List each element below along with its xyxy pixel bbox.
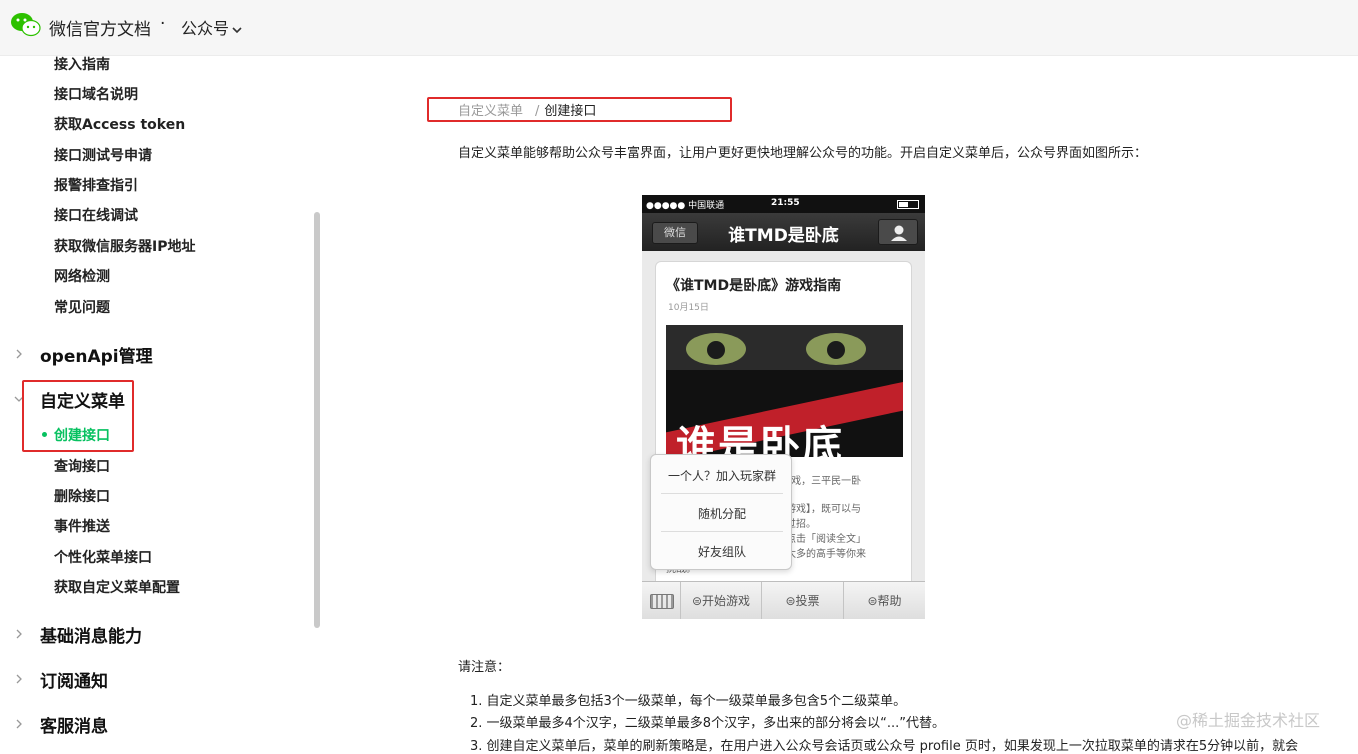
sidebar-item[interactable]: 接口测试号申请	[54, 145, 152, 165]
chevron-right-icon	[16, 674, 22, 684]
intro-paragraph: 自定义菜单能够帮助公众号丰富界面，让用户更好更快地理解公众号的功能。开启自定义菜…	[458, 146, 1148, 161]
submenu-item-random: 随机分配	[697, 507, 746, 521]
notice-heading: 请注意：	[458, 660, 511, 675]
battery-icon	[897, 200, 919, 209]
phone-nav-bar: 微信 谁TMD是卧底	[642, 213, 925, 251]
wechat-logo-icon[interactable]	[10, 11, 42, 37]
sidebar-item[interactable]: 接入指南	[54, 54, 110, 74]
rule-item: 3. 创建自定义菜单后，菜单的刷新策略是，在用户进入公众号会话页或公众号 pro…	[470, 739, 1299, 754]
sidebar-group-basic-messages[interactable]: 基础消息能力	[40, 622, 142, 647]
highlight-box-breadcrumb	[427, 97, 732, 122]
sidebar-group-openapi[interactable]: openApi管理	[40, 342, 153, 367]
sidebar-item-event-push[interactable]: 事件推送	[54, 516, 110, 536]
menu-button-start-game: ⊜开始游戏	[681, 582, 762, 619]
sidebar-item[interactable]: 获取微信服务器IP地址	[54, 236, 195, 256]
sidebar-group-subscribe[interactable]: 订阅通知	[40, 667, 108, 692]
sidebar-item-get-menu-config[interactable]: 获取自定义菜单配置	[54, 577, 180, 597]
profile-icon	[878, 219, 918, 245]
sidebar-item[interactable]: 网络检测	[54, 266, 110, 286]
submenu-popup: 一个人？加入玩家群 随机分配 好友组队	[650, 454, 792, 570]
menu-button-vote: ⊜投票	[762, 582, 844, 619]
sidebar-scrollbar[interactable]	[314, 212, 320, 628]
menu-button-help: ⊜帮助	[867, 594, 902, 608]
sidebar-item-personalized-menu[interactable]: 个性化菜单接口	[54, 547, 152, 567]
article-date: 10月15日	[668, 303, 709, 313]
submenu-item-team: 好友组队	[697, 545, 746, 559]
custom-menu-bar: ⊜开始游戏 ⊜投票 ⊜帮助	[642, 581, 925, 619]
sidebar-item[interactable]: 接口在线调试	[54, 205, 138, 225]
chevron-right-icon	[16, 349, 22, 359]
submenu-item-join-group: 一个人？加入玩家群	[667, 469, 776, 483]
sidebar-item-delete-api[interactable]: 删除接口	[54, 486, 110, 506]
chevron-right-icon	[16, 719, 22, 729]
chevron-right-icon	[16, 629, 22, 639]
site-brand[interactable]: 微信官方文档	[49, 15, 151, 40]
rule-item: 2. 一级菜单最多4个汉字，二级菜单最多8个汉字，多出来的部分将会以“...”代…	[470, 716, 945, 731]
article-title: 《谁TMD是卧底》游戏指南	[666, 278, 842, 294]
carrier-label: ●●●●● 中国联通	[646, 201, 725, 211]
chevron-down-icon	[232, 26, 242, 33]
sidebar-item[interactable]: 报警排查指引	[54, 175, 138, 195]
sidebar-group-customer-service[interactable]: 客服消息	[40, 712, 108, 737]
sidebar-item[interactable]: 常见问题	[54, 297, 110, 317]
watermark: @稀土掘金技术社区	[1176, 711, 1321, 730]
highlight-box-sidebar	[22, 380, 134, 452]
phone-status-bar: ●●●●● 中国联通 21:55	[642, 195, 925, 213]
sidebar-item[interactable]: 接口域名说明	[54, 84, 138, 104]
clock-label: 21:55	[771, 198, 800, 208]
rule-item: 1. 自定义菜单最多包括3个一级菜单，每个一级菜单最多包含5个二级菜单。	[470, 694, 907, 709]
product-selector[interactable]: 公众号	[181, 15, 243, 39]
poster-text: 谁是卧底	[676, 423, 844, 457]
sidebar-item[interactable]: 获取Access token	[54, 114, 185, 134]
top-bar: 微信官方文档 · 公众号	[0, 0, 1358, 56]
header-separator: ·	[160, 14, 166, 34]
article-poster-image: 谁是卧底	[666, 325, 903, 457]
product-label: 公众号	[181, 19, 230, 38]
phone-screenshot: ●●●●● 中国联通 21:55 微信 谁TMD是卧底 《谁TMD是卧底》游戏指…	[642, 195, 925, 619]
sidebar-item-query-api[interactable]: 查询接口	[54, 456, 110, 476]
keyboard-icon	[642, 582, 681, 619]
